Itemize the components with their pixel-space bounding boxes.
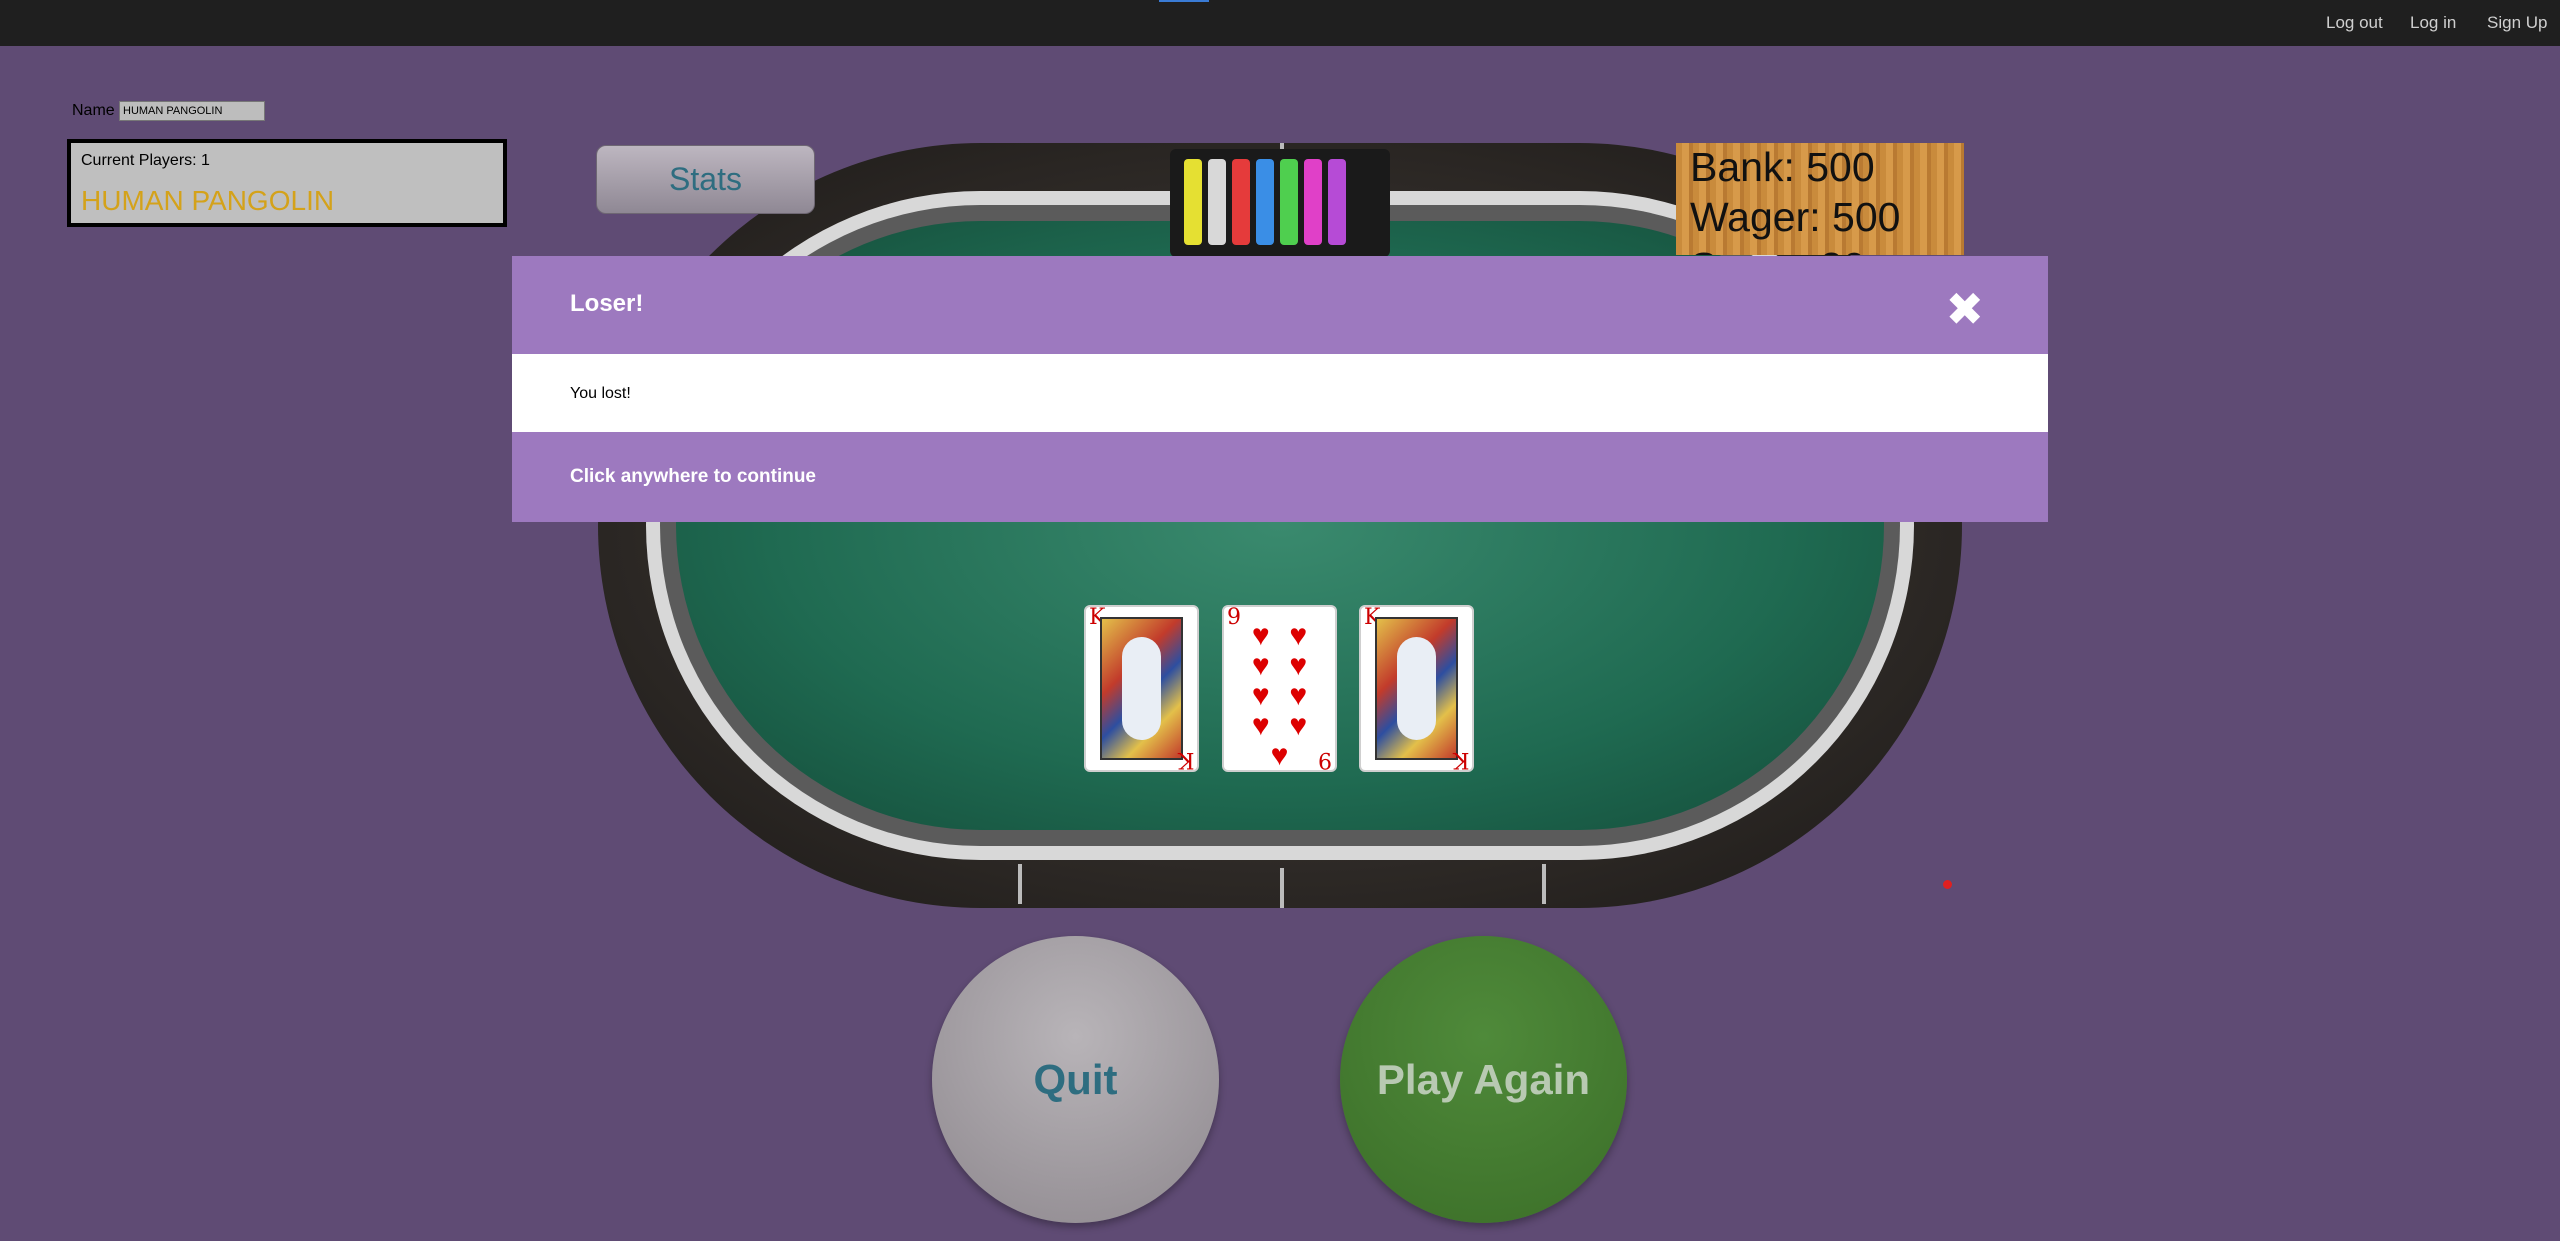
chip-stack xyxy=(1328,159,1346,245)
quit-button[interactable]: Quit xyxy=(932,936,1219,1223)
top-nav-bar: Log out Log in Sign Up xyxy=(0,0,2560,46)
signup-link[interactable]: Sign Up xyxy=(2487,13,2547,33)
playing-card: 9 ♥ ♥ ♥ ♥ ♥ ♥ ♥ ♥ ♥ 9 xyxy=(1222,605,1337,772)
chip-rack xyxy=(1170,149,1390,257)
heart-icon: ♥ xyxy=(1289,619,1308,652)
players-count: Current Players: 1 xyxy=(81,152,210,169)
heart-icon: ♥ xyxy=(1251,709,1270,742)
result-modal[interactable]: Loser! ✖ You lost! Click anywhere to con… xyxy=(512,256,2048,522)
bank-sign: Bank: 500 Wager: 500 Score: 20 xyxy=(1676,143,1964,255)
close-icon[interactable]: ✖ xyxy=(1945,286,1984,332)
cursor-marker xyxy=(1943,880,1952,889)
login-link[interactable]: Log in xyxy=(2410,13,2456,33)
name-input[interactable] xyxy=(119,101,265,121)
heart-icon: ♥ xyxy=(1251,649,1270,682)
players-panel: Current Players: 1 HUMAN PANGOLIN xyxy=(67,139,507,227)
name-label: Name xyxy=(72,102,115,119)
chip-stack xyxy=(1208,159,1226,245)
chip-stack xyxy=(1256,159,1274,245)
heart-icon: ♥ xyxy=(1270,739,1289,772)
stats-button[interactable]: Stats xyxy=(596,145,815,214)
chip-stack xyxy=(1280,159,1298,245)
rail-divider xyxy=(1018,864,1022,904)
heart-icon: ♥ xyxy=(1251,619,1270,652)
play-again-button[interactable]: Play Again xyxy=(1340,936,1627,1223)
playing-card: K K xyxy=(1084,605,1199,772)
modal-body: You lost! xyxy=(512,354,2048,432)
card-rank: 9 xyxy=(1318,747,1332,772)
chip-stack xyxy=(1304,159,1322,245)
score-value: Score: 20 xyxy=(1690,247,1866,256)
logout-link[interactable]: Log out xyxy=(2326,13,2383,33)
rail-divider xyxy=(1280,868,1284,908)
continue-text: Click anywhere to continue xyxy=(570,466,816,487)
nav-indicator xyxy=(1159,0,1209,2)
heart-icon: ♥ xyxy=(1251,679,1270,712)
modal-footer[interactable]: Click anywhere to continue xyxy=(512,432,2048,522)
modal-title: Loser! xyxy=(570,290,644,317)
card-rank: 9 xyxy=(1227,605,1241,630)
card-rank: K xyxy=(1177,747,1194,772)
player-name: HUMAN PANGOLIN xyxy=(81,185,335,216)
king-face xyxy=(1100,617,1183,760)
heart-icon: ♥ xyxy=(1289,679,1308,712)
rail-divider xyxy=(1542,864,1546,904)
heart-pips: ♥ ♥ ♥ ♥ ♥ ♥ ♥ ♥ ♥ xyxy=(1242,619,1317,771)
playing-card: K K xyxy=(1359,605,1474,772)
heart-icon: ♥ xyxy=(1289,709,1308,742)
wager-value: Wager: 500 xyxy=(1690,194,1901,240)
bank-value: Bank: 500 xyxy=(1690,144,1875,190)
chip-stack xyxy=(1232,159,1250,245)
king-face xyxy=(1375,617,1458,760)
heart-icon: ♥ xyxy=(1289,649,1308,682)
modal-message: You lost! xyxy=(570,385,631,402)
modal-header: Loser! ✖ xyxy=(512,256,2048,354)
card-rank: K xyxy=(1452,747,1469,772)
chip-stack xyxy=(1184,159,1202,245)
